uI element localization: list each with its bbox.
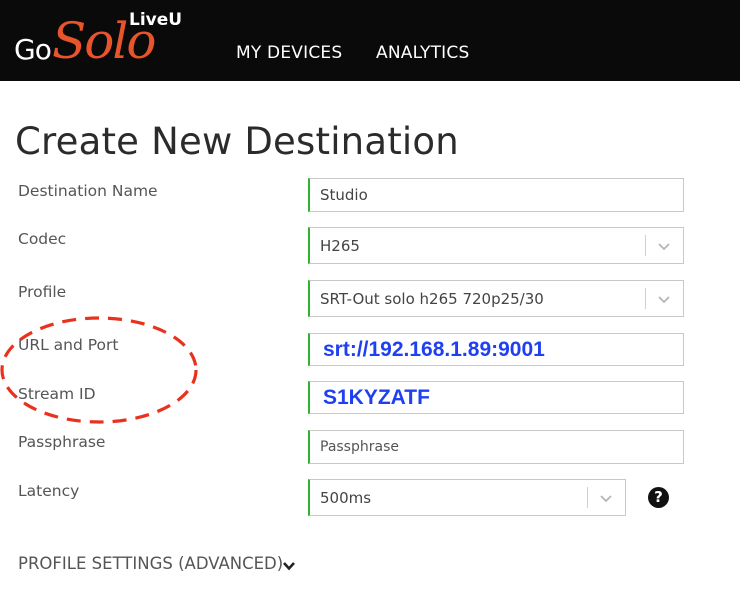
destination-name-value: Studio: [320, 186, 368, 204]
select-separator: [645, 235, 646, 256]
logo-go-text: Go: [14, 33, 52, 66]
passphrase-label: Passphrase: [18, 433, 106, 451]
latency-value: 500ms: [320, 488, 372, 507]
profile-select[interactable]: SRT-Out solo h265 720p25/30: [308, 280, 684, 317]
destination-name-input[interactable]: Studio: [308, 178, 684, 212]
codec-select[interactable]: H265: [308, 227, 684, 264]
latency-label: Latency: [18, 482, 80, 500]
chevron-down-icon[interactable]: [598, 490, 614, 506]
profile-value: SRT-Out solo h265 720p25/30: [320, 289, 544, 308]
destination-name-label: Destination Name: [18, 182, 158, 200]
url-port-input[interactable]: srt://192.168.1.89:9001: [308, 333, 684, 366]
question-circle-icon[interactable]: ?: [648, 487, 669, 508]
stream-id-value: S1KYZATF: [323, 385, 430, 409]
profile-label: Profile: [18, 283, 67, 301]
select-separator: [645, 288, 646, 309]
gosolo-logo[interactable]: Go Solo LiveU: [14, 6, 194, 76]
codec-label: Codec: [18, 230, 67, 248]
nav-my-devices[interactable]: MY DEVICES: [236, 43, 342, 63]
codec-value: H265: [320, 236, 360, 255]
chevron-down-icon[interactable]: [282, 559, 296, 573]
page-title: Create New Destination: [15, 119, 459, 163]
latency-select[interactable]: 500ms: [308, 479, 626, 516]
select-separator: [587, 487, 588, 508]
stream-id-input[interactable]: S1KYZATF: [308, 381, 684, 414]
nav-analytics[interactable]: ANALYTICS: [376, 43, 469, 63]
chevron-down-icon[interactable]: [656, 291, 672, 307]
profile-settings-advanced-toggle[interactable]: PROFILE SETTINGS (ADVANCED): [18, 554, 283, 573]
highlight-annotation-ellipse: [0, 316, 198, 424]
top-navbar: Go Solo LiveU MY DEVICES ANALYTICS: [0, 0, 740, 81]
chevron-down-icon[interactable]: [656, 238, 672, 254]
passphrase-input[interactable]: Passphrase: [308, 430, 684, 464]
passphrase-placeholder: Passphrase: [320, 439, 399, 455]
url-port-value: srt://192.168.1.89:9001: [323, 337, 545, 361]
logo-liveu-text: LiveU: [129, 10, 183, 30]
